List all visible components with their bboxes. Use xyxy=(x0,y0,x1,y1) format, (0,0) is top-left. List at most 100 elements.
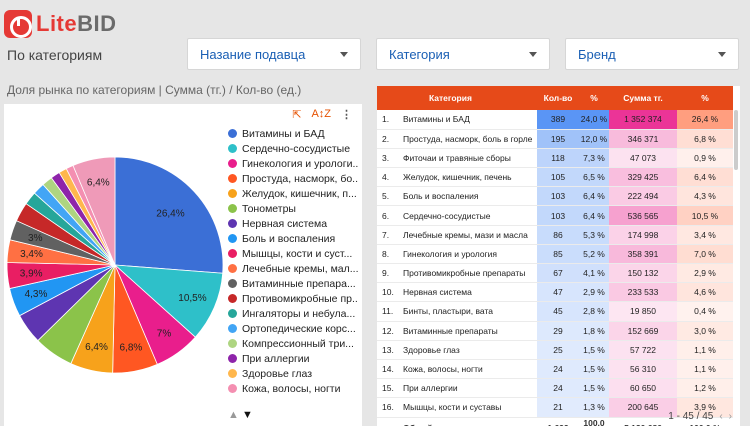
row-sum: 536 565 xyxy=(609,205,677,226)
table-scrollbar[interactable] xyxy=(734,110,738,170)
legend-prev-icon[interactable]: ▲ xyxy=(228,409,239,421)
table-pager: 1 - 45 / 45 ‹ › xyxy=(668,411,732,422)
legend-swatch xyxy=(228,294,237,303)
legend-item[interactable]: Ортопедические корс... xyxy=(228,321,358,336)
total-label: Общий итог xyxy=(401,417,537,426)
category-filter-dropdown[interactable]: Категория xyxy=(376,38,550,70)
legend-item[interactable]: Витаминные препара... xyxy=(228,276,358,291)
legend-item[interactable]: Лечебные кремы, мал... xyxy=(228,261,358,276)
table-row[interactable]: 12. Витаминные препараты 29 1,8 % 152 669 3,0… xyxy=(377,321,733,341)
header-quantity[interactable]: Кол-во xyxy=(537,86,579,110)
table-row[interactable]: 10. Нервная система 47 2,9 % 233 533 4,6 % xyxy=(377,282,733,303)
row-category: Мышцы, кости и суставы xyxy=(401,397,537,418)
legend-label: Ортопедические корс... xyxy=(242,322,356,335)
row-quantity: 103 xyxy=(537,205,579,226)
legend-item[interactable]: Ингаляторы и небула... xyxy=(228,306,358,321)
table-row[interactable]: 13. Здоровье глаз 25 1,5 % 57 722 1,1 % xyxy=(377,340,733,360)
header-sum-percent[interactable]: % xyxy=(677,86,733,110)
legend-item[interactable]: Боль и воспаления xyxy=(228,231,358,246)
category-table-panel: Категория Кол-во % Сумма тг. % 1. Витамин… xyxy=(377,86,740,426)
seller-filter-dropdown[interactable]: Назание подавца xyxy=(187,38,361,70)
brand-filter-dropdown[interactable]: Бренд xyxy=(565,38,739,70)
table-row[interactable]: 9. Противомикробные препараты 67 4,1 % 150 1… xyxy=(377,263,733,284)
table-header-row: Категория Кол-во % Сумма тг. % xyxy=(377,86,733,110)
pie-chart[interactable]: 26,4% 10,5% 7% 6,8% 6,4% 4,3% 3,9% 3,4% 3% 6,4% xyxy=(4,104,234,426)
legend-item[interactable]: Мышцы, кости и суст... xyxy=(228,246,358,261)
legend-item[interactable]: Здоровье глаз xyxy=(228,366,358,381)
more-vert-icon[interactable]: ⋮ xyxy=(341,108,352,121)
legend-swatch xyxy=(228,309,237,318)
legend-swatch xyxy=(228,144,237,153)
table-row[interactable]: 1. Витамины и БАД 389 24,0 % 1 352 374 26,4 % xyxy=(377,110,733,130)
row-quantity-percent: 5,2 % xyxy=(579,244,609,265)
pie-slice-label: 3,4% xyxy=(20,249,43,260)
table-row[interactable]: 6. Сердечно-сосудистые 103 6,4 % 536 565 10,5… xyxy=(377,205,733,226)
pie-slice-label: 3% xyxy=(28,233,43,244)
legend-item[interactable]: Компрессионный три... xyxy=(228,336,358,351)
row-quantity: 105 xyxy=(537,167,579,188)
legend-swatch xyxy=(228,384,237,393)
table-row[interactable]: 7. Лечебные кремы, мази и масла 86 5,3 % 174… xyxy=(377,225,733,245)
row-sum: 19 850 xyxy=(609,301,677,322)
row-quantity-percent: 2,8 % xyxy=(579,301,609,322)
row-quantity: 29 xyxy=(537,321,579,341)
pie-slice-label: 26,4% xyxy=(156,209,184,220)
row-quantity-percent: 6,4 % xyxy=(579,205,609,226)
pie-slice-label: 4,3% xyxy=(25,289,48,300)
row-sum: 152 669 xyxy=(609,321,677,341)
row-sum: 222 494 xyxy=(609,186,677,207)
legend-label: Желудок, кишечник, п... xyxy=(242,187,357,200)
table-row[interactable]: 2. Простуда, насморк, боль в горле 195 12,0… xyxy=(377,129,733,149)
table-row[interactable]: 5. Боль и воспаления 103 6,4 % 222 494 4,3 % xyxy=(377,186,733,207)
legend-label: Противомикробные пр... xyxy=(242,292,358,305)
legend-item[interactable]: Желудок, кишечник, п... xyxy=(228,186,358,201)
pager-next-icon[interactable]: › xyxy=(729,411,732,422)
legend-swatch xyxy=(228,354,237,363)
legend-next-icon[interactable]: ▼ xyxy=(242,409,253,421)
legend-label: Сердечно-сосудистые xyxy=(242,142,351,155)
row-sum: 174 998 xyxy=(609,225,677,245)
table-row[interactable]: 15. При аллергии 24 1,5 % 60 650 1,2 % xyxy=(377,378,733,399)
row-category: Бинты, пластыри, вата xyxy=(401,301,537,322)
row-sum: 56 310 xyxy=(609,359,677,380)
legend-label: Тонометры xyxy=(242,202,296,215)
legend-swatch xyxy=(228,234,237,243)
legend-item[interactable]: При аллергии xyxy=(228,351,358,366)
legend-pager[interactable]: ▲ ▼ xyxy=(228,409,253,421)
legend-item[interactable]: Кожа, волосы, ногти xyxy=(228,381,358,396)
sort-az-icon[interactable]: A↕Z xyxy=(311,108,331,121)
legend-swatch xyxy=(228,264,237,273)
header-category[interactable]: Категория xyxy=(401,86,537,110)
row-category: Витаминные препараты xyxy=(401,321,537,341)
header-quantity-percent[interactable]: % xyxy=(579,86,609,110)
legend-swatch xyxy=(228,279,237,288)
row-index: 12. xyxy=(377,321,401,341)
legend-item[interactable]: Нервная система xyxy=(228,216,358,231)
row-index: 1. xyxy=(377,110,401,130)
row-category: Желудок, кишечник, печень xyxy=(401,167,537,188)
legend-item[interactable]: Сердечно-сосудистые xyxy=(228,141,358,156)
export-icon[interactable]: ⇱ xyxy=(292,108,301,121)
pie-slice-label: 10,5% xyxy=(178,293,206,304)
legend-label: Мышцы, кости и суст... xyxy=(242,247,353,260)
legend-item[interactable]: Простуда, насморк, бо... xyxy=(228,171,358,186)
legend-item[interactable]: Тонометры xyxy=(228,201,358,216)
header-sum[interactable]: Сумма тг. xyxy=(609,86,677,110)
legend-item[interactable]: Витамины и БАД xyxy=(228,126,358,141)
table-row[interactable]: 8. Гинекология и урология 85 5,2 % 358 391 7,… xyxy=(377,244,733,265)
pie-slice-label: 3,9% xyxy=(20,268,43,279)
table-row[interactable]: 14. Кожа, волосы, ногти 24 1,5 % 56 310 1,1 % xyxy=(377,359,733,380)
table-row[interactable]: 3. Фиточаи и травяные сборы 118 7,3 % 47 073… xyxy=(377,148,733,169)
legend-item[interactable]: Гинекология и урологи... xyxy=(228,156,358,171)
row-sum: 200 645 xyxy=(609,397,677,418)
row-category: Лечебные кремы, мази и масла xyxy=(401,225,537,245)
legend-item[interactable]: Противомикробные пр... xyxy=(228,291,358,306)
row-quantity-percent: 6,4 % xyxy=(579,186,609,207)
row-category: При аллергии xyxy=(401,378,537,399)
total-quantity: 1 622 xyxy=(537,417,579,426)
row-sum-percent: 0,9 % xyxy=(677,148,733,169)
table-row[interactable]: 4. Желудок, кишечник, печень 105 6,5 % 329 4… xyxy=(377,167,733,188)
table-row[interactable]: 11. Бинты, пластыри, вата 45 2,8 % 19 850 0,4… xyxy=(377,301,733,322)
row-sum: 150 132 xyxy=(609,263,677,284)
pager-prev-icon[interactable]: ‹ xyxy=(719,411,722,422)
